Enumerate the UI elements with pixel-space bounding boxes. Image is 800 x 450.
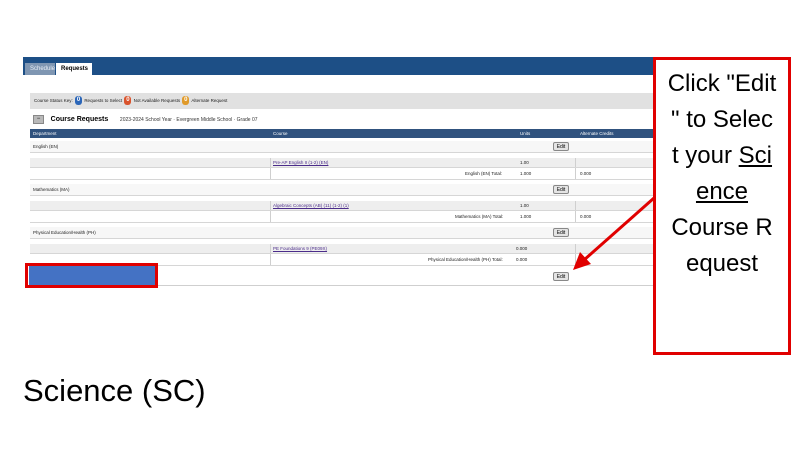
callout-line: " to Selec bbox=[671, 106, 773, 133]
slide-heading: Science (SC) bbox=[23, 373, 206, 408]
callout-line: Course R bbox=[671, 214, 773, 241]
callout-line: equest bbox=[685, 250, 759, 277]
instruction-callout: Click "Edit " to Selec t your Sci ence C… bbox=[653, 57, 791, 355]
callout-text: t your bbox=[671, 142, 739, 169]
callout-underlined-text: Sci bbox=[738, 142, 773, 169]
arrow-line bbox=[583, 196, 655, 262]
callout-underlined-line: ence bbox=[695, 178, 749, 205]
callout-line: t your Sci bbox=[660, 138, 784, 174]
callout-line: Click "Edit bbox=[667, 70, 777, 97]
